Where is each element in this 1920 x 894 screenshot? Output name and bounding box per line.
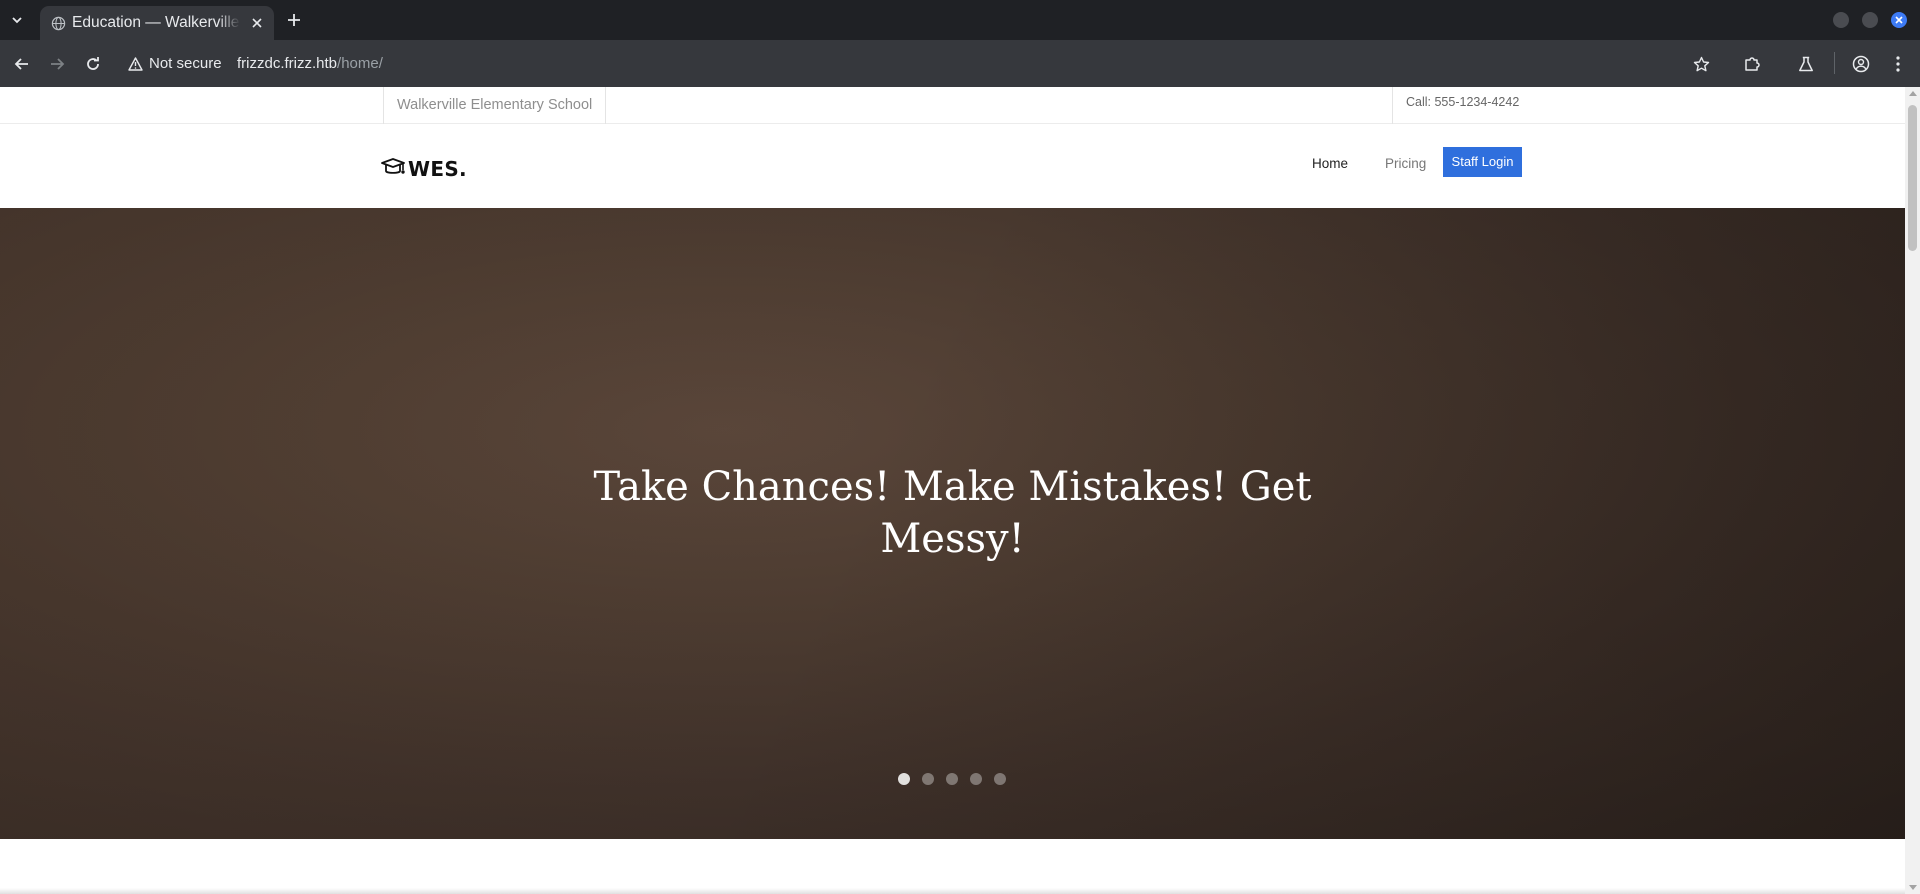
- scroll-thumb[interactable]: [1908, 105, 1917, 251]
- site-navbar: WES. Home Pricing Staff Login: [0, 124, 1905, 208]
- menu-icon: [1896, 56, 1900, 72]
- logo-text: WES.: [408, 157, 467, 181]
- security-indicator[interactable]: Not secure: [128, 46, 222, 81]
- labs-button[interactable]: [1794, 52, 1818, 76]
- maximize-button[interactable]: [1862, 12, 1878, 28]
- carousel-dot-4[interactable]: [970, 773, 982, 785]
- url-path: /home/: [337, 55, 383, 72]
- forward-icon: [51, 58, 65, 70]
- graduation-cap-icon: [381, 158, 405, 174]
- browser-toolbar: Not secure frizzdc.frizz.htb/home/: [0, 40, 1920, 87]
- carousel-dot-2[interactable]: [922, 773, 934, 785]
- star-icon: [1693, 56, 1709, 71]
- bookmark-button[interactable]: [1689, 52, 1713, 76]
- plus-icon: [288, 14, 300, 26]
- page-viewport: Walkerville Elementary School Call: 555-…: [0, 87, 1905, 894]
- forward-button[interactable]: [45, 52, 69, 76]
- browser-menu-button[interactable]: [1886, 52, 1910, 76]
- address-bar[interactable]: Not secure frizzdc.frizz.htb/home/: [118, 46, 1718, 81]
- top-info-bar: Walkerville Elementary School Call: 555-…: [0, 87, 1905, 124]
- warning-icon: [128, 56, 143, 71]
- profile-icon: [1852, 55, 1870, 73]
- minimize-button[interactable]: [1833, 12, 1849, 28]
- tab-title: Education — Walkerville Elementary Schoo…: [72, 6, 240, 40]
- url-text[interactable]: frizzdc.frizz.htb/home/: [237, 46, 383, 81]
- extensions-icon: [1745, 57, 1760, 71]
- phone-number: Call: 555-1234-4242: [1392, 87, 1519, 124]
- browser-tab-bar: Education — Walkerville Elementary Schoo…: [0, 0, 1920, 40]
- url-host: frizzdc.frizz.htb: [237, 55, 338, 72]
- nav-home-link[interactable]: Home: [1312, 152, 1348, 176]
- toolbar-divider: [1834, 52, 1835, 74]
- carousel-indicators: [898, 773, 1006, 785]
- tab-list-button[interactable]: [6, 9, 28, 31]
- back-icon: [14, 58, 28, 70]
- carousel-dot-1[interactable]: [898, 773, 910, 785]
- tab-close-button[interactable]: [248, 14, 266, 32]
- carousel-dot-3[interactable]: [946, 773, 958, 785]
- window-close-button[interactable]: [1891, 12, 1907, 28]
- reload-icon: [87, 57, 99, 70]
- labs-icon: [1799, 56, 1813, 71]
- back-button[interactable]: [10, 52, 34, 76]
- reload-button[interactable]: [81, 52, 105, 76]
- nav-pricing-link[interactable]: Pricing: [1385, 152, 1426, 176]
- globe-icon: [51, 16, 66, 31]
- close-icon: [252, 18, 262, 28]
- hero-title: Take Chances! Make Mistakes! Get Messy!: [593, 464, 1312, 562]
- hero-carousel: Take Chances! Make Mistakes! Get Messy!: [0, 208, 1905, 839]
- school-name: Walkerville Elementary School: [383, 87, 607, 124]
- profile-button[interactable]: [1849, 52, 1873, 76]
- chevron-down-icon: [12, 17, 22, 24]
- browser-tab[interactable]: Education — Walkerville Elementary Schoo…: [40, 6, 274, 40]
- new-tab-button[interactable]: [282, 8, 306, 32]
- site-logo[interactable]: WES.: [381, 154, 467, 184]
- carousel-dot-5[interactable]: [994, 773, 1006, 785]
- scroll-up-arrow[interactable]: [1909, 91, 1917, 96]
- extensions-button[interactable]: [1740, 52, 1764, 76]
- security-label: Not secure: [149, 55, 222, 72]
- next-section: [0, 839, 1905, 894]
- page-scrollbar[interactable]: [1905, 87, 1920, 894]
- staff-login-button[interactable]: Staff Login: [1443, 147, 1522, 177]
- viewport-bottom-fade: [0, 888, 1905, 894]
- scroll-down-arrow[interactable]: [1909, 885, 1917, 890]
- close-icon: [1895, 16, 1903, 24]
